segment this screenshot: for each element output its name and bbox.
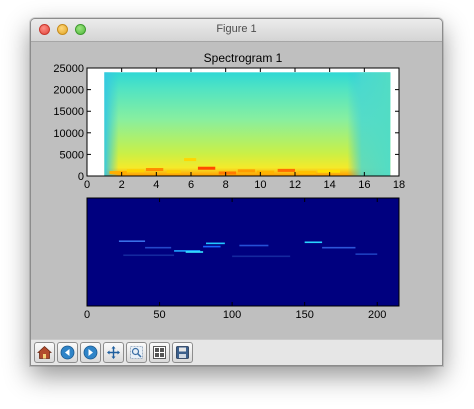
figure-window: Figure 1 Spectrogram 1 0 2 4 6 8 10 12 1… [30,18,443,366]
subplots-config-icon [153,346,166,359]
spectrogram-burst [317,169,341,173]
y-tick-label: 10000 [53,128,84,140]
x-tick-label: 18 [393,179,405,191]
x-tick-label: 200 [368,309,386,321]
y-tick-label: 5000 [60,149,84,161]
home-button[interactable] [34,342,55,363]
home-icon [37,345,52,359]
streak-mark [145,246,172,249]
streak-mark [355,253,378,255]
spectrogram-edge-fade [104,72,391,176]
streak-mark [239,244,269,247]
spectrogram-burst [184,158,197,162]
streak-mark [232,255,291,258]
zoom-button[interactable] [126,342,147,363]
spectrogram-burst [109,171,127,175]
save-disk-icon [176,346,189,359]
streak-axes: 0 50 100 150 200 [84,197,400,321]
y-tick-label: 20000 [53,85,84,97]
y-tick-label: 0 [78,171,84,183]
title-bar[interactable]: Figure 1 [31,19,442,42]
x-tick-label: 14 [324,179,336,191]
streak-mark [322,246,356,249]
x-tick-label: 0 [84,179,90,191]
spectrogram-burst [298,171,316,175]
x-tick-label: 50 [153,309,165,321]
spectrogram-axes: Spectrogram 1 0 2 4 6 8 10 12 14 16 18 0 5000 10000… [53,51,405,191]
streak-mark [203,245,221,248]
plots-svg: Spectrogram 1 0 2 4 6 8 10 12 14 16 18 0500010000… [53,51,405,321]
x-tick-label: 2 [119,179,125,191]
x-tick-label: 12 [289,179,301,191]
subplots-button[interactable] [149,342,170,363]
spectrogram-burst [218,171,237,175]
x-tick-label: 4 [153,179,159,191]
pan-move-icon [107,346,120,359]
window-title: Figure 1 [216,23,257,35]
spectrogram-burst [277,168,295,172]
back-button[interactable] [57,342,78,363]
zoom-rect-icon [130,346,143,359]
spectrogram-title: Spectrogram 1 [204,51,283,65]
spectrogram-burst [166,170,181,174]
figure-canvas[interactable]: Spectrogram 1 0 2 4 6 8 10 12 14 16 18 0 5000 10000… [31,42,442,339]
forward-arrow-icon [83,345,98,360]
x-tick-label: 6 [188,179,194,191]
spectrogram-burst [237,169,256,173]
y-tick-label: 15000 [53,106,84,118]
x-tick-label: 10 [254,179,266,191]
pan-button[interactable] [103,342,124,363]
navigation-toolbar [31,339,442,365]
y-tick-label: 25000 [53,63,84,75]
save-button[interactable] [172,342,193,363]
x-tick-label: 0 [84,309,90,321]
streak-mark [304,241,323,244]
streak-mark [205,242,225,245]
spectrogram-image [104,72,391,176]
spectrogram-burst [256,170,275,174]
streak-mark [123,254,175,257]
x-tick-label: 150 [295,309,313,321]
streak-mark [185,251,204,253]
x-tick-label: 16 [358,179,370,191]
streak-axes-background [87,198,399,306]
x-tick-label: 100 [223,309,241,321]
forward-button[interactable] [80,342,101,363]
x-tick-label: 8 [223,179,229,191]
spectrogram-burst [197,166,216,170]
spectrogram-burst [145,168,164,172]
spectrogram-burst [126,169,145,173]
streak-mark [118,240,146,242]
back-arrow-icon [60,345,75,360]
